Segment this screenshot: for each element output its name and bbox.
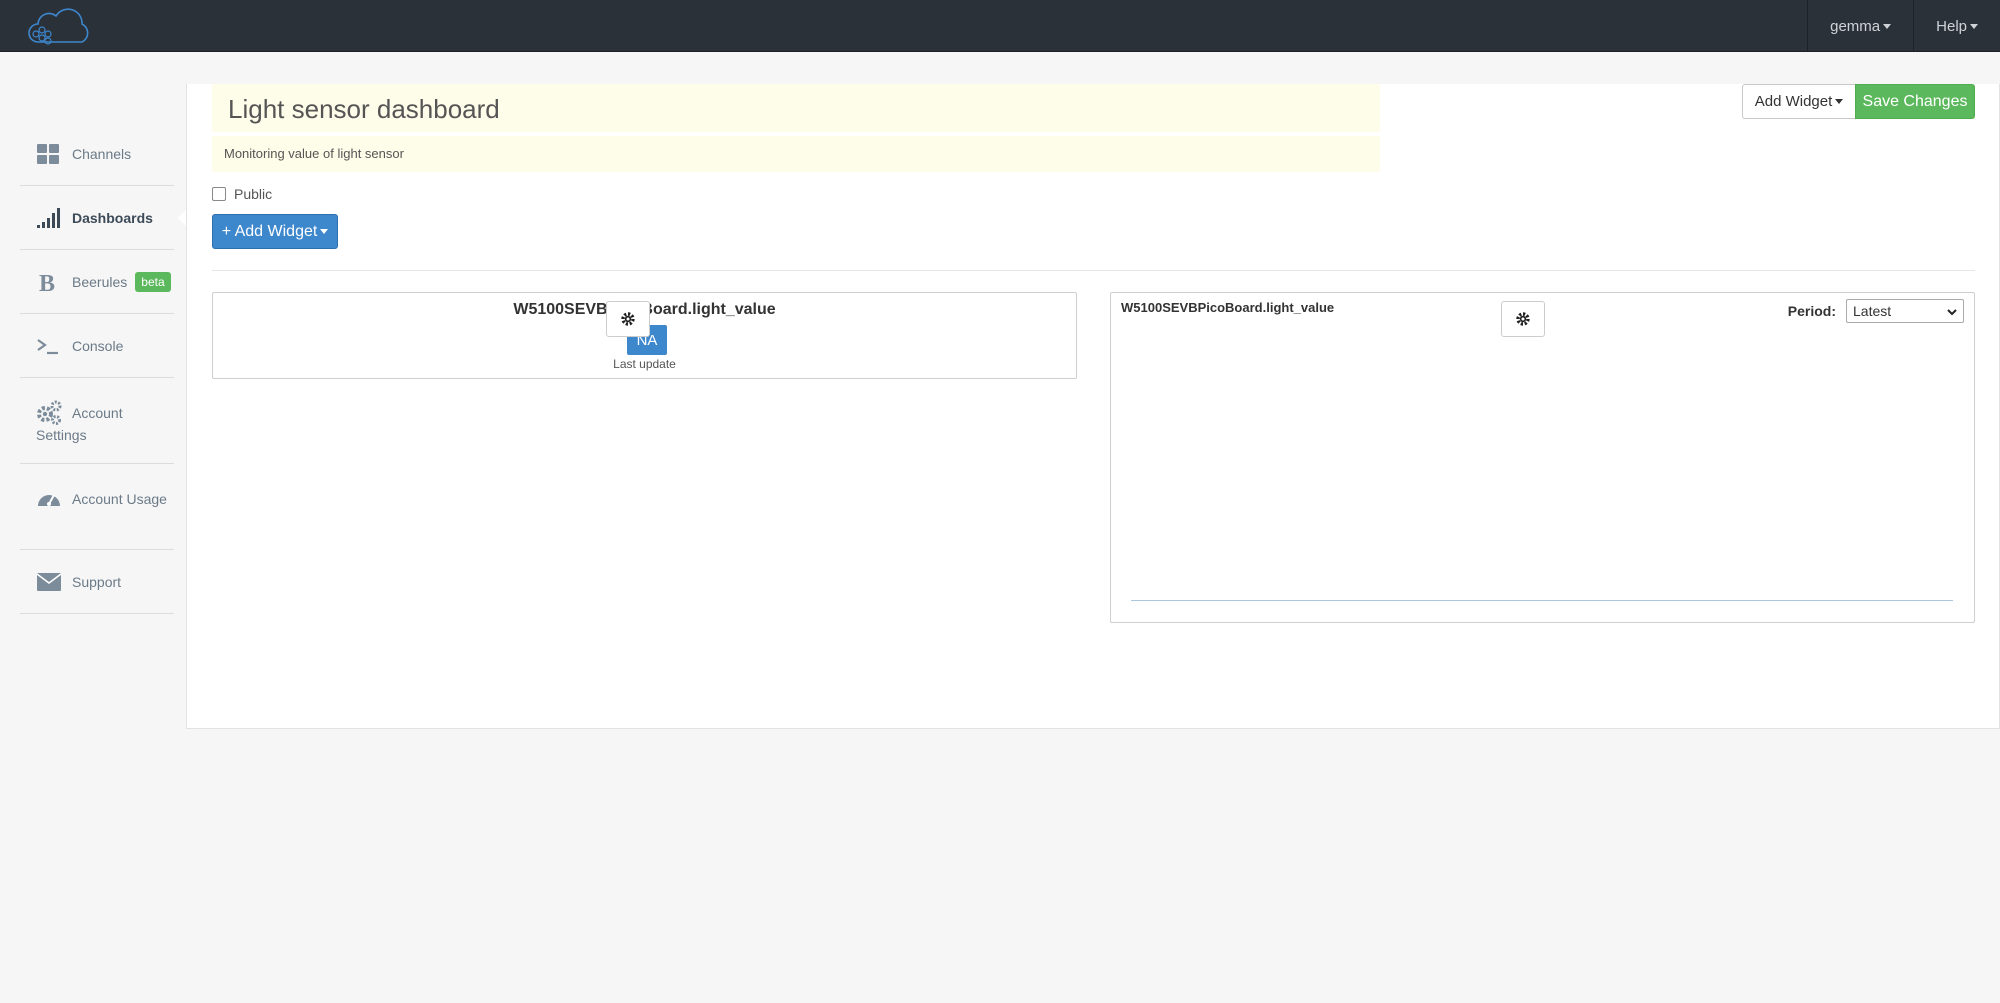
- public-toggle[interactable]: Public: [212, 186, 272, 202]
- gear-icon: [1516, 312, 1530, 326]
- caret-down-icon: [1970, 23, 1978, 29]
- sidebar-item-beerules[interactable]: B Beerules beta: [20, 250, 174, 314]
- public-label: Public: [234, 186, 273, 202]
- chart-widget-title: W5100SEVBPicoBoard.light_value: [1121, 300, 1335, 315]
- user-menu[interactable]: gemma: [1807, 0, 1913, 52]
- add-widget-label: + Add Widget: [221, 222, 318, 240]
- sidebar-item-label: Channels: [72, 145, 132, 162]
- bold-b-icon: B: [36, 270, 60, 297]
- signal-bars-icon: [36, 206, 60, 230]
- add-widget-button[interactable]: + Add Widget: [212, 214, 338, 249]
- gears-icon: [36, 400, 62, 425]
- add-widget-top-label: Add Widget: [1754, 93, 1833, 110]
- value-widget: W5100SEVBPicoBoard.light_value NA Last u…: [212, 292, 1077, 379]
- sidebar: Channels Dashboards B Beerules beta Cons…: [20, 122, 188, 614]
- gear-icon: [621, 312, 635, 326]
- widget-settings-button[interactable]: [1501, 301, 1545, 337]
- period-control: Period: Latest: [1788, 299, 1964, 323]
- chart-x-axis: [1131, 600, 1953, 601]
- chart-widget: W5100SEVBPicoBoard.light_value Period: L…: [1110, 292, 1975, 623]
- sidebar-item-support[interactable]: Support: [20, 550, 174, 614]
- sidebar-item-account-settings[interactable]: Account Settings: [20, 378, 174, 464]
- caret-down-icon: [1835, 99, 1844, 104]
- cloud-logo-icon[interactable]: [24, 8, 96, 46]
- sidebar-item-dashboards[interactable]: Dashboards: [20, 186, 188, 250]
- beta-badge: beta: [135, 271, 171, 292]
- sidebar-item-label: Console: [72, 337, 124, 354]
- terminal-prompt-icon: [36, 334, 60, 358]
- sidebar-item-account-usage[interactable]: Account Usage: [20, 464, 174, 550]
- dashboard-description-field[interactable]: Monitoring value of light sensor: [212, 136, 1380, 172]
- period-select[interactable]: Latest: [1846, 299, 1964, 323]
- save-changes-button[interactable]: Save Changes: [1855, 84, 1975, 119]
- envelope-icon: [36, 570, 62, 594]
- last-update-label: Last update: [613, 357, 676, 371]
- sidebar-item-label: Support: [72, 573, 122, 590]
- divider: [212, 270, 1975, 271]
- speedometer-icon: [36, 486, 60, 510]
- sidebar-item-console[interactable]: Console: [20, 314, 174, 378]
- sidebar-item-label: Beerules: [72, 273, 128, 290]
- sidebar-item-channels[interactable]: Channels: [20, 122, 174, 186]
- dashboard-panel: Light sensor dashboard Monitoring value …: [186, 84, 2000, 729]
- grid-icon: [36, 142, 60, 166]
- sidebar-item-label: Dashboards: [72, 209, 153, 226]
- user-menu-label: gemma: [1830, 17, 1881, 35]
- period-label: Period:: [1787, 303, 1836, 319]
- public-checkbox[interactable]: [212, 187, 226, 201]
- help-menu[interactable]: Help: [1913, 0, 2000, 52]
- dashboard-title-field[interactable]: Light sensor dashboard: [212, 84, 1380, 132]
- chevron-down-icon: [1947, 303, 1957, 319]
- help-menu-label: Help: [1936, 17, 1967, 35]
- caret-down-icon: [1883, 23, 1892, 29]
- svg-text:B: B: [39, 271, 55, 294]
- add-widget-top-button[interactable]: Add Widget: [1742, 84, 1856, 119]
- caret-down-icon: [320, 229, 329, 234]
- period-selected-value: Latest: [1853, 303, 1892, 319]
- widget-settings-button[interactable]: [606, 301, 650, 337]
- top-navbar: gemma Help: [0, 0, 2000, 52]
